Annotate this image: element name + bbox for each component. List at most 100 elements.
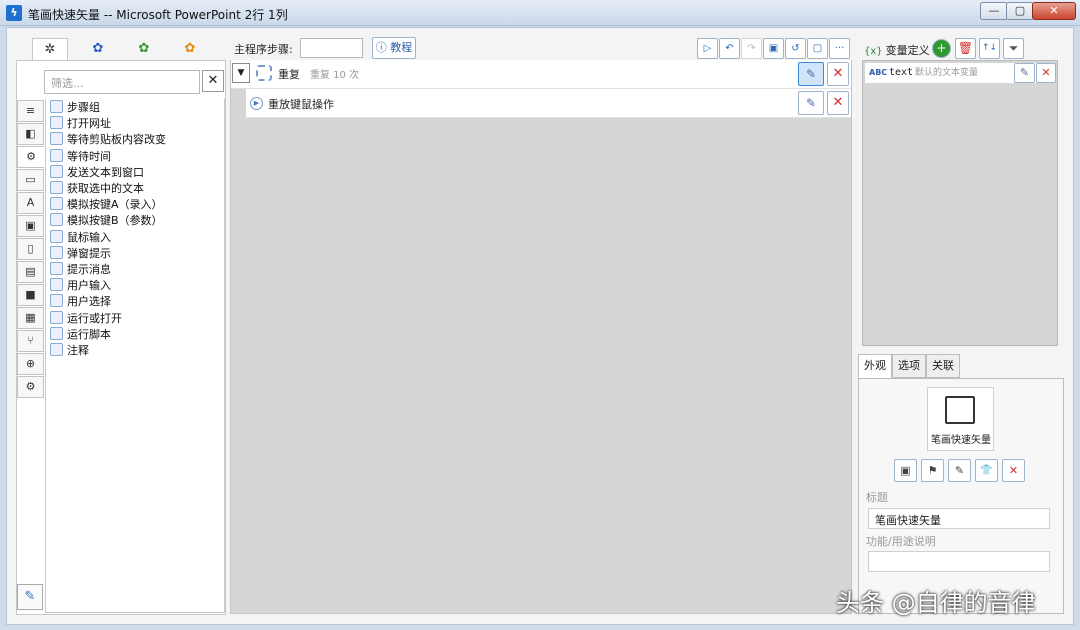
maximize-button[interactable]: ▢ — [1006, 2, 1034, 20]
edit-step-button[interactable]: ✎ — [798, 62, 824, 86]
run-icon[interactable]: ▷ — [697, 38, 718, 59]
edit-variable-button[interactable]: ✎ — [1014, 63, 1035, 83]
lightning-app-icon: ϟ — [6, 5, 22, 21]
tool-item[interactable]: 运行脚本 — [50, 326, 111, 343]
tool-item[interactable]: 获取选中的文本 — [50, 181, 144, 197]
tab-related[interactable]: 关联 — [926, 354, 960, 378]
tool-label: 鼠标输入 — [67, 230, 111, 244]
description-input[interactable] — [868, 551, 1050, 572]
clear-icon[interactable]: ✕ — [1002, 459, 1025, 482]
tool-icon — [50, 148, 63, 162]
globe-icon[interactable]: ⊕ — [17, 353, 44, 375]
variables-title: {x} 变量定义 — [864, 42, 930, 58]
sort-icon[interactable]: ↑↓ — [979, 38, 1000, 59]
settings-icon[interactable]: ⚙ — [17, 376, 44, 398]
flag-icon[interactable]: ⚑ — [921, 459, 944, 482]
minimize-button[interactable]: — — [980, 2, 1008, 20]
blue-cluster-tab[interactable]: ✿ — [80, 38, 116, 60]
tool-item[interactable]: 注释 — [50, 343, 89, 359]
variables-title-text: 变量定义 — [885, 44, 930, 57]
abacus-icon — [945, 396, 975, 424]
tool-item[interactable]: 模拟按键B（参数） — [50, 213, 163, 229]
title-input[interactable]: 笔画快速矢量 — [868, 508, 1050, 529]
windows-icon[interactable]: ■ — [17, 284, 44, 306]
save-icon[interactable]: ▣ — [763, 38, 784, 59]
repeat-icon — [256, 65, 272, 81]
tool-item[interactable]: 等待时间 — [50, 148, 111, 165]
image-icon[interactable]: ▣ — [894, 459, 917, 482]
tool-icon — [50, 343, 63, 356]
step-label: 重放键鼠操作 — [268, 98, 334, 111]
window-icon[interactable]: ▭ — [17, 169, 44, 191]
main-steps-input[interactable] — [300, 38, 363, 58]
delete-variable-button[interactable]: ✕ — [1036, 63, 1056, 83]
redo-icon[interactable]: ↷ — [741, 38, 762, 59]
tutorial-button[interactable]: ⓘ 教程 — [372, 37, 416, 59]
filter-clear-button[interactable]: ✕ — [202, 70, 224, 92]
delete-step-button[interactable]: ✕ — [827, 62, 849, 86]
tab-options[interactable]: 选项 — [892, 354, 926, 378]
list-icon[interactable]: ≡ — [17, 100, 44, 122]
gear-icon[interactable]: ⚙ — [17, 146, 44, 168]
shirt-icon[interactable]: 👕 — [975, 459, 998, 482]
tool-item[interactable]: 运行或打开 — [50, 310, 122, 327]
bookmark-icon[interactable]: ◧ — [17, 123, 44, 145]
tool-item[interactable]: 鼠标输入 — [50, 229, 111, 246]
tool-item[interactable]: 提示消息 — [50, 262, 111, 278]
tool-icon — [50, 213, 63, 227]
green-cluster-tab[interactable]: ✿ — [126, 38, 162, 60]
watermark: 头条 @自律的音律 — [836, 589, 1036, 617]
tool-item[interactable]: 模拟按键A（录入） — [50, 197, 163, 213]
step-row-replay[interactable] — [246, 89, 851, 118]
close-window-button[interactable]: ✕ — [1032, 2, 1076, 20]
branch-icon[interactable]: ⑂ — [17, 330, 44, 352]
tool-label: 模拟按键B（参数） — [67, 214, 163, 228]
category-sidebar: ≡ ◧ ⚙ ▭ A ▣ ▯ ▤ ■ ▦ ⑂ ⊕ ⚙ — [17, 100, 44, 405]
tool-icon — [50, 181, 63, 194]
tool-icon — [50, 229, 63, 243]
filter-icon[interactable]: ⏷ — [1003, 38, 1024, 59]
gear-tab[interactable]: ✲ — [32, 38, 68, 60]
image-icon[interactable]: ▣ — [17, 215, 44, 237]
add-variable-icon[interactable]: + — [932, 39, 951, 58]
tool-label: 用户输入 — [67, 279, 111, 293]
edit-step-button[interactable]: ✎ — [798, 91, 824, 115]
history-icon[interactable]: ↺ — [785, 38, 806, 59]
undo-icon[interactable]: ↶ — [719, 38, 740, 59]
preview-label: 笔画快速矢量 — [931, 435, 991, 446]
tool-item[interactable]: 等待剪贴板内容改变 — [50, 132, 166, 148]
tool-icon — [50, 100, 63, 113]
wrench-icon[interactable]: ✎ — [17, 584, 43, 610]
tool-item[interactable]: 打开网址 — [50, 116, 111, 132]
tool-item[interactable]: 弹窗提示 — [50, 245, 111, 262]
tool-icon — [50, 245, 63, 259]
variable-type: ABC — [869, 68, 888, 77]
variable-list — [862, 60, 1058, 346]
tool-item[interactable]: 用户输入 — [50, 278, 111, 294]
note-icon[interactable]: ▢ — [807, 38, 828, 59]
collapse-toggle[interactable]: ▼ — [232, 63, 250, 83]
delete-variable-icon[interactable]: 🗑 — [955, 38, 976, 59]
document-icon[interactable]: ▤ — [17, 261, 44, 283]
tab-appearance[interactable]: 外观 — [858, 354, 892, 378]
clipboard-icon[interactable]: ▯ — [17, 238, 44, 260]
orange-cluster-tab[interactable]: ✿ — [172, 38, 208, 60]
tool-item[interactable]: 发送文本到窗口 — [50, 164, 144, 181]
tool-icon — [50, 116, 63, 130]
window-title: 笔画快速矢量 -- Microsoft PowerPoint 2行 1列 — [28, 8, 288, 22]
tool-icon — [50, 278, 63, 292]
filter-input[interactable]: 筛选... — [44, 70, 200, 94]
text-icon[interactable]: A — [17, 192, 44, 214]
tool-label: 等待时间 — [67, 149, 111, 163]
more-icon[interactable]: ··· — [829, 38, 850, 59]
keypad-icon[interactable]: ▦ — [17, 307, 44, 329]
delete-step-button[interactable]: ✕ — [827, 91, 849, 115]
tool-item[interactable]: 步骤组 — [50, 100, 100, 116]
variable-description: 默认的文本变量 — [915, 68, 979, 78]
tool-label: 模拟按键A（录入） — [67, 198, 163, 212]
tool-item[interactable]: 用户选择 — [50, 294, 111, 310]
eyedropper-icon[interactable]: ✎ — [948, 459, 971, 482]
tool-label: 提示消息 — [67, 263, 111, 276]
tool-label: 弹窗提示 — [67, 246, 111, 260]
tool-label: 获取选中的文本 — [67, 182, 144, 195]
